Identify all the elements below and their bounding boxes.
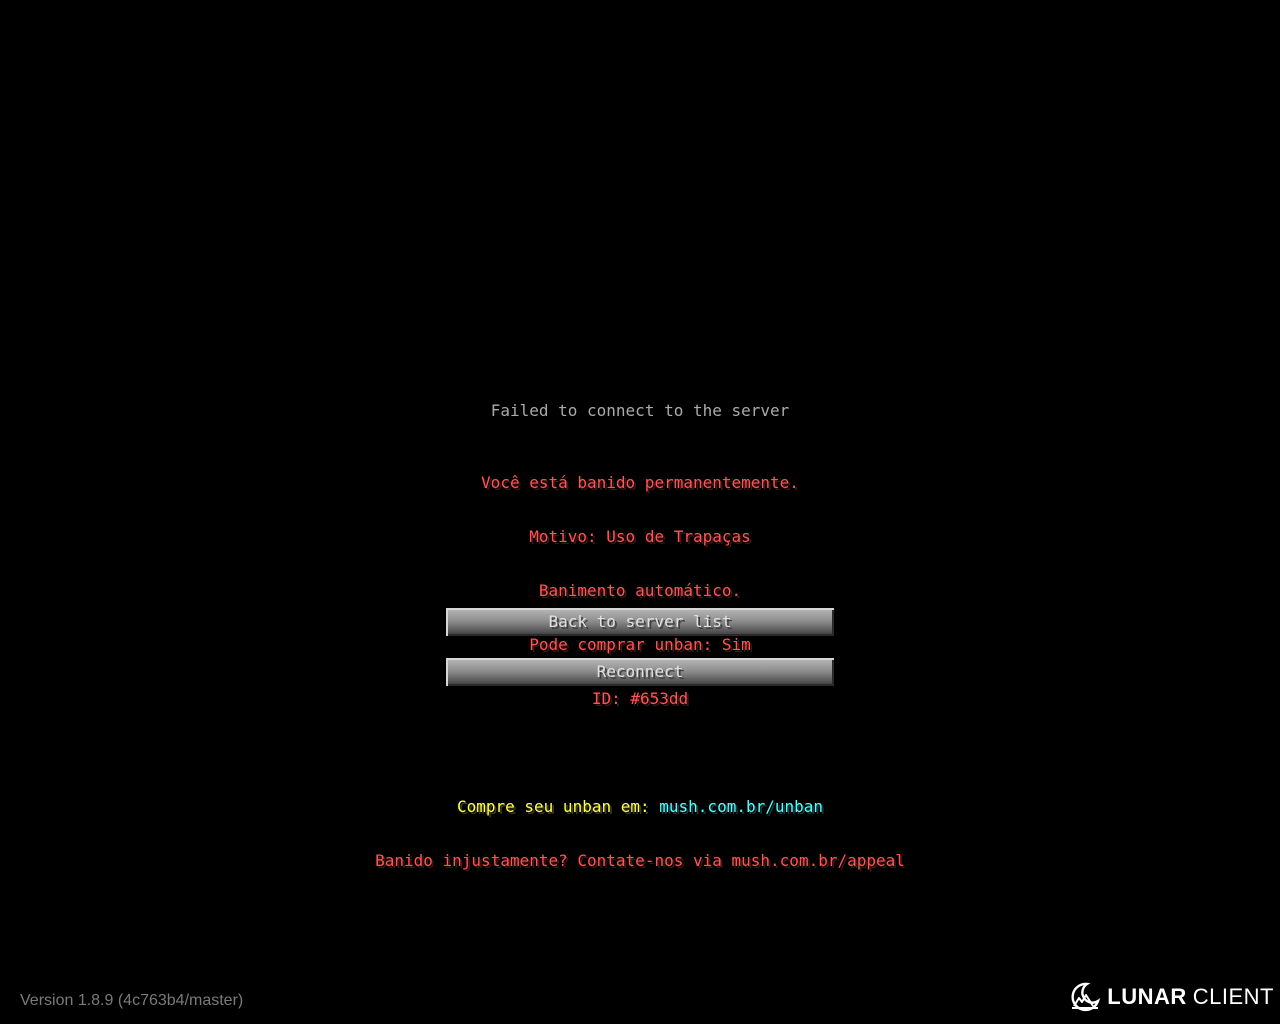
appeal-line: Banido injustamente? Contate-nos via mus… bbox=[375, 851, 905, 870]
brand-wordmark-bold: LUNAR bbox=[1107, 984, 1187, 1009]
brand-wordmark-light: CLIENT bbox=[1192, 984, 1274, 1009]
ban-line-type: Banimento automático. bbox=[538, 581, 742, 600]
unban-prefix: Compre seu unban em: bbox=[456, 797, 660, 816]
disconnect-screen: Failed to connect to the server Você est… bbox=[0, 0, 1280, 1024]
back-to-server-list-button[interactable]: Back to server list bbox=[444, 606, 836, 638]
unban-line: Compre seu unban em: mush.com.br/unban bbox=[0, 798, 1280, 816]
lunar-client-brand: LUNAR CLIENT bbox=[1069, 980, 1274, 1014]
ban-spacer bbox=[0, 744, 1280, 762]
ban-line-status: Você está banido permanentemente. bbox=[481, 473, 799, 492]
lunar-client-logo-icon bbox=[1071, 982, 1101, 1012]
reconnect-button[interactable]: Reconnect bbox=[444, 656, 836, 688]
ban-line-id: ID: #653dd bbox=[591, 689, 689, 708]
version-label: Version 1.8.9 (4c763b4/master) bbox=[20, 992, 244, 1009]
unban-link: mush.com.br/unban bbox=[659, 797, 824, 816]
disconnect-title: Failed to connect to the server bbox=[490, 401, 790, 420]
ban-line-unban-eligibility: Pode comprar unban: Sim bbox=[529, 635, 751, 654]
reconnect-label: Reconnect bbox=[596, 662, 684, 681]
ban-line-reason: Motivo: Uso de Trapaças bbox=[529, 527, 751, 546]
back-to-server-list-label: Back to server list bbox=[548, 612, 732, 631]
